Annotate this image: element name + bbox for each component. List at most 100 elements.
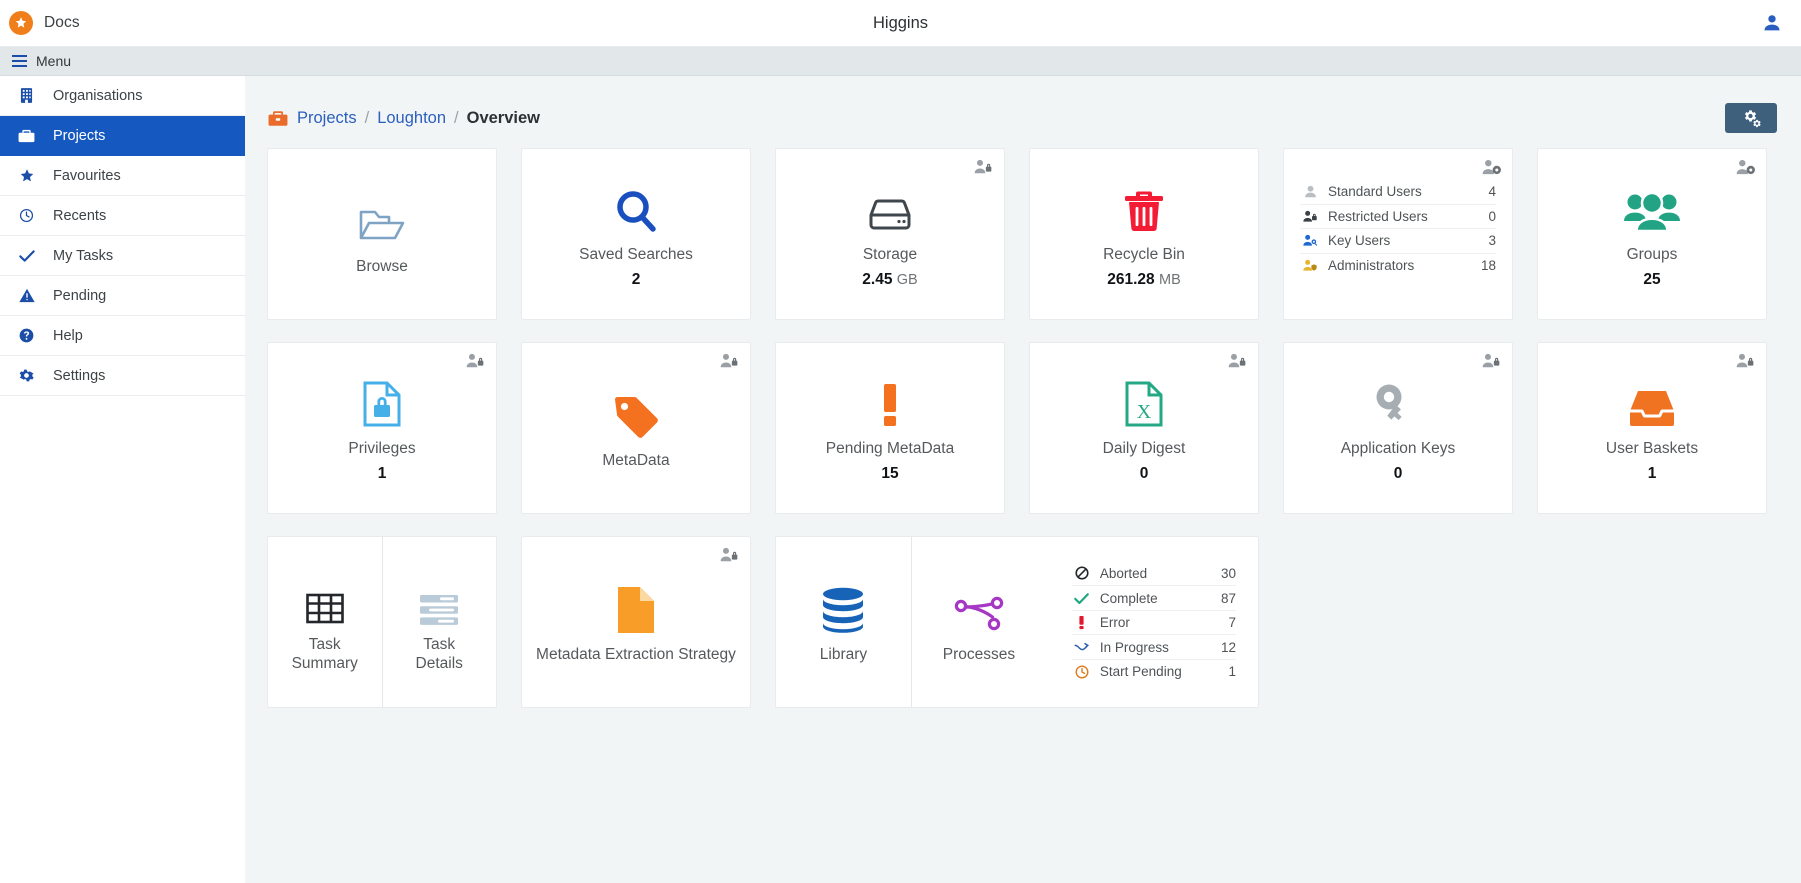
list-rows-icon	[420, 571, 459, 625]
menu-bar[interactable]: Menu	[0, 47, 1801, 76]
warning-triangle-icon	[17, 288, 36, 303]
card-groups[interactable]: Groups 25	[1537, 148, 1767, 320]
card-task-summary[interactable]: Task Summary	[268, 537, 382, 707]
brand[interactable]: Docs	[0, 11, 80, 35]
document-lock-icon	[363, 373, 401, 427]
stat-value: 87	[1220, 590, 1236, 606]
user-avatar-icon[interactable]	[1759, 10, 1785, 36]
sidebar: Organisations Projects Favourites Recent…	[0, 76, 245, 883]
star-burst-icon	[9, 11, 33, 35]
card-tasks[interactable]: Task Summary Task Details	[267, 536, 497, 708]
question-circle-icon	[17, 328, 36, 343]
excel-file-icon: X	[1125, 373, 1163, 427]
stat-row[interactable]: Administrators 18	[1300, 252, 1496, 278]
card-application-keys[interactable]: Application Keys 0	[1283, 342, 1513, 514]
card-label: Recycle Bin	[1103, 245, 1185, 263]
card-metadata-extraction-strategy[interactable]: Metadata Extraction Strategy	[521, 536, 751, 708]
sidebar-item-settings[interactable]: Settings	[0, 356, 245, 396]
card-value: 1	[377, 465, 387, 483]
stat-row[interactable]: Error 7	[1071, 609, 1236, 635]
hamburger-icon[interactable]	[12, 55, 27, 67]
breadcrumb-current: Overview	[466, 108, 541, 127]
table-grid-icon	[305, 571, 344, 625]
user-lock-icon	[1300, 210, 1320, 223]
card-library-processes[interactable]: Library Processes Aborted 30 Complete 87…	[775, 536, 1259, 708]
card-recycle-bin[interactable]: Recycle Bin 261.28 MB	[1029, 148, 1259, 320]
content-header: Projects / Loughton / Overview	[267, 100, 1777, 136]
card-label: Task Summary	[292, 635, 358, 674]
card-label: Storage	[862, 245, 918, 263]
card-task-details[interactable]: Task Details	[381, 537, 497, 707]
user-lock-icon	[1481, 352, 1501, 370]
card-metadata[interactable]: MetaData	[521, 342, 751, 514]
stat-row[interactable]: In Progress 12	[1071, 634, 1236, 659]
exclamation-icon	[881, 373, 899, 427]
card-browse[interactable]: Browse	[267, 148, 497, 320]
stat-value: 4	[1488, 183, 1496, 199]
card-user-baskets[interactable]: User Baskets 1	[1537, 342, 1767, 514]
breadcrumb-projects[interactable]: Projects	[297, 109, 357, 128]
stat-row[interactable]: Restricted Users 0	[1300, 203, 1496, 229]
orange-document-icon	[618, 579, 654, 634]
menu-label: Menu	[36, 53, 72, 69]
card-label: Privileges	[348, 439, 416, 457]
stat-row[interactable]: Start Pending 1	[1071, 658, 1236, 684]
sidebar-item-pending[interactable]: Pending	[0, 276, 245, 316]
sidebar-item-favourites[interactable]: Favourites	[0, 156, 245, 196]
content-area: Projects / Loughton / Overview Browse Sa…	[245, 76, 1801, 883]
breadcrumb: Projects / Loughton / Overview	[267, 108, 540, 128]
sidebar-item-recents[interactable]: Recents	[0, 196, 245, 236]
svg-text:X: X	[1137, 401, 1152, 423]
sidebar-item-projects[interactable]: Projects	[0, 116, 245, 156]
key-icon	[1375, 373, 1421, 427]
hard-drive-icon	[867, 179, 913, 233]
storage-amount: 2.45	[862, 271, 893, 289]
stat-value: 30	[1220, 565, 1236, 581]
stat-label: Start Pending	[1099, 664, 1182, 679]
sidebar-item-help[interactable]: Help	[0, 316, 245, 356]
card-storage[interactable]: Storage 2.45 GB	[775, 148, 1005, 320]
card-saved-searches[interactable]: Saved Searches 2	[521, 148, 751, 320]
briefcase-icon	[267, 108, 289, 128]
clock-icon	[1072, 665, 1092, 679]
card-library[interactable]: Library	[776, 537, 911, 707]
card-label: Groups	[1626, 245, 1678, 263]
card-label: MetaData	[602, 452, 670, 470]
sidebar-item-label: Pending	[53, 287, 107, 304]
users-stat-list: Standard Users 4 Restricted Users 0 Key …	[1284, 179, 1512, 277]
card-label: Application Keys	[1340, 439, 1456, 457]
progress-arrow-icon	[1072, 641, 1092, 654]
recycle-amount: 261.28	[1107, 271, 1155, 289]
stat-row[interactable]: Aborted 30	[1072, 561, 1236, 586]
user-lock-icon	[973, 158, 993, 176]
exclamation-icon	[1072, 615, 1092, 630]
sidebar-item-organisations[interactable]: Organisations	[0, 76, 245, 116]
task-details-line1: Task	[423, 635, 456, 653]
task-summary-line2: Summary	[291, 655, 358, 672]
card-processes[interactable]: Processes	[910, 537, 1046, 707]
briefcase-icon	[17, 129, 36, 143]
page-title: Higgins	[872, 13, 929, 32]
breadcrumb-loughton[interactable]: Loughton	[377, 109, 446, 128]
card-daily-digest[interactable]: X Daily Digest 0	[1029, 342, 1259, 514]
stat-value: 18	[1480, 257, 1496, 273]
stat-label: Restricted Users	[1328, 208, 1428, 224]
card-label: User Baskets	[1605, 439, 1699, 457]
stat-row[interactable]: Complete 87	[1071, 585, 1236, 610]
card-label: Pending MetaData	[825, 439, 955, 457]
card-users[interactable]: Standard Users 4 Restricted Users 0 Key …	[1283, 148, 1513, 320]
sidebar-item-my-tasks[interactable]: My Tasks	[0, 236, 245, 276]
stat-label: Standard Users	[1328, 183, 1422, 199]
building-icon	[17, 88, 36, 103]
brand-label: Docs	[44, 14, 80, 31]
user-lock-icon	[465, 352, 485, 370]
card-privileges[interactable]: Privileges 1	[267, 342, 497, 514]
card-value: 2.45 GB	[862, 271, 917, 289]
card-label: Task Details	[416, 635, 463, 674]
stat-row[interactable]: Key Users 3	[1300, 228, 1496, 253]
recycle-unit: MB	[1158, 272, 1181, 289]
card-pending-metadata[interactable]: Pending MetaData 15	[775, 342, 1005, 514]
sidebar-item-label: Help	[53, 327, 83, 344]
settings-cogs-button[interactable]	[1725, 103, 1777, 133]
stat-row[interactable]: Standard Users 4	[1300, 179, 1496, 204]
